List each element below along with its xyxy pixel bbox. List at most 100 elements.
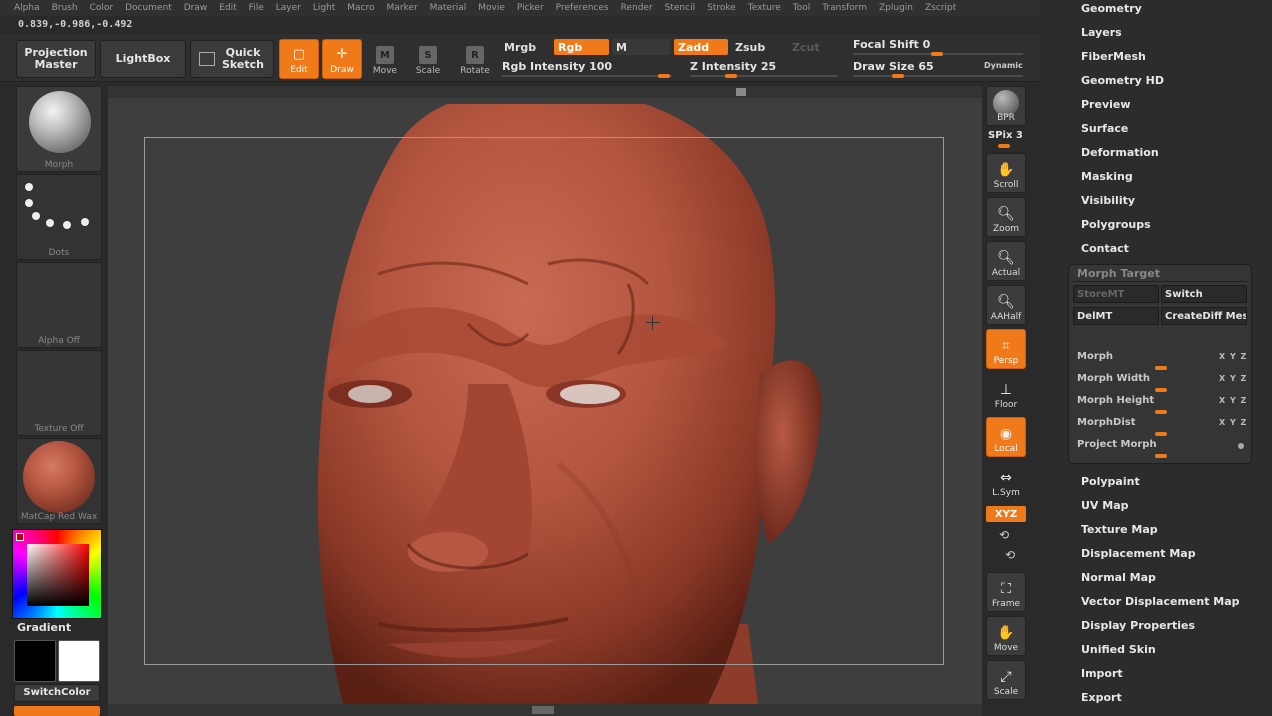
rgb-intensity-track[interactable] — [502, 75, 672, 77]
menu-picker[interactable]: Picker — [511, 3, 550, 13]
floor-button[interactable]: ⊥ Floor — [986, 373, 1026, 413]
morph-slider-label[interactable]: Morph — [1077, 351, 1113, 362]
del-mt-button[interactable]: DelMT — [1073, 307, 1159, 325]
menu-draw[interactable]: Draw — [178, 3, 214, 13]
morph-dist-label[interactable]: MorphDist — [1077, 417, 1136, 428]
draw-button[interactable]: ✛ Draw — [322, 39, 362, 79]
bottom-canvas-bar[interactable] — [108, 704, 982, 716]
menu-texture[interactable]: Texture — [742, 3, 787, 13]
menu-alpha[interactable]: Alpha — [8, 3, 46, 13]
draw-size-knob[interactable] — [892, 74, 904, 78]
edit-button[interactable]: ▢ Edit — [279, 39, 319, 79]
texture-selector[interactable]: Texture Off — [16, 350, 102, 436]
menu-stencil[interactable]: Stencil — [659, 3, 701, 13]
subpalette-deformation[interactable]: Deformation — [1081, 146, 1159, 159]
projection-master-button[interactable]: Projection Master — [16, 40, 96, 78]
quick-sketch-button[interactable]: Quick Sketch — [190, 40, 274, 78]
switch-button[interactable]: Switch — [1161, 285, 1247, 303]
menu-color[interactable]: Color — [84, 3, 120, 13]
zsub-toggle[interactable]: Zsub — [731, 39, 785, 55]
lightbox-button[interactable]: LightBox — [100, 40, 186, 78]
draw-size-slider[interactable]: Draw Size 65 — [853, 60, 934, 73]
xyz-button[interactable]: XYZ — [986, 506, 1026, 522]
menu-stroke[interactable]: Stroke — [701, 3, 742, 13]
menu-movie[interactable]: Movie — [472, 3, 511, 13]
subpalette-uv-map[interactable]: UV Map — [1081, 499, 1129, 512]
move-view-button[interactable]: ✋ Move — [986, 616, 1026, 656]
canvas-scroll-bar[interactable] — [108, 86, 982, 98]
main-color-swatch[interactable] — [14, 640, 56, 682]
menu-layer[interactable]: Layer — [270, 3, 307, 13]
rgb-intensity-knob[interactable] — [658, 74, 670, 78]
subpalette-layers[interactable]: Layers — [1081, 26, 1122, 39]
project-morph-knob[interactable] — [1155, 454, 1167, 458]
menu-preferences[interactable]: Preferences — [550, 3, 615, 13]
morph-xyz[interactable]: X Y Z — [1219, 352, 1247, 361]
subpalette-display-properties[interactable]: Display Properties — [1081, 619, 1195, 632]
subpalette-normal-map[interactable]: Normal Map — [1081, 571, 1156, 584]
morph-dist-xyz[interactable]: X Y Z — [1219, 418, 1247, 427]
subpalette-fibermesh[interactable]: FiberMesh — [1081, 50, 1146, 63]
menu-light[interactable]: Light — [307, 3, 341, 13]
viewport[interactable] — [108, 104, 982, 704]
brush-selector[interactable]: Morph — [16, 86, 102, 172]
subpalette-contact[interactable]: Contact — [1081, 242, 1129, 255]
zoom-button[interactable]: 🔍︎ Zoom — [986, 197, 1026, 237]
frame-button[interactable]: ⛶ Frame — [986, 572, 1026, 612]
menu-edit[interactable]: Edit — [213, 3, 242, 13]
alpha-selector[interactable]: Alpha Off — [16, 262, 102, 348]
material-selector[interactable]: MatCap Red Wax — [16, 438, 102, 524]
morph-width-label[interactable]: Morph Width — [1077, 373, 1150, 384]
lsym-button[interactable]: ⇔ L.Sym — [986, 461, 1026, 501]
rgb-toggle[interactable]: Rgb — [554, 39, 609, 55]
zadd-toggle[interactable]: Zadd — [674, 39, 728, 55]
spix-slider[interactable]: SPix 3 — [988, 130, 1023, 141]
subpalette-texture-map[interactable]: Texture Map — [1081, 523, 1158, 536]
gradient-toggle[interactable]: Gradient — [17, 621, 71, 634]
rotate-y-icon[interactable]: ⟲ — [999, 528, 1009, 542]
subpalette-visibility[interactable]: Visibility — [1081, 194, 1135, 207]
z-intensity-track[interactable] — [690, 75, 838, 77]
canvas-scroll-thumb[interactable] — [736, 88, 746, 96]
menu-macro[interactable]: Macro — [341, 3, 380, 13]
subpalette-geometry-hd[interactable]: Geometry HD — [1081, 74, 1164, 87]
color-saturation-square[interactable] — [27, 544, 89, 606]
subpalette-polygroups[interactable]: Polygroups — [1081, 218, 1151, 231]
persp-button[interactable]: ⌗ Persp — [986, 329, 1026, 369]
move-button[interactable]: M Move — [365, 39, 405, 79]
menu-render[interactable]: Render — [615, 3, 659, 13]
morph-width-knob[interactable] — [1155, 388, 1167, 392]
focal-shift-slider[interactable]: Focal Shift 0 — [853, 38, 930, 51]
focal-shift-knob[interactable] — [931, 52, 943, 56]
subpalette-displacement-map[interactable]: Displacement Map — [1081, 547, 1196, 560]
morph-height-knob[interactable] — [1155, 410, 1167, 414]
zcut-toggle[interactable]: Zcut — [788, 39, 828, 55]
morph-slider-knob[interactable] — [1155, 366, 1167, 370]
color-picker[interactable] — [12, 529, 102, 619]
mrgb-toggle[interactable]: Mrgb — [500, 39, 552, 55]
subpalette-masking[interactable]: Masking — [1081, 170, 1133, 183]
project-morph-label[interactable]: Project Morph — [1077, 439, 1157, 450]
switch-color-button[interactable]: SwitchColor — [14, 684, 100, 702]
actual-button[interactable]: 🔍︎ Actual — [986, 241, 1026, 281]
menu-brush[interactable]: Brush — [46, 3, 84, 13]
subpalette-polypaint[interactable]: Polypaint — [1081, 475, 1140, 488]
menu-material[interactable]: Material — [424, 3, 473, 13]
menu-file[interactable]: File — [243, 3, 270, 13]
morph-width-xyz[interactable]: X Y Z — [1219, 374, 1247, 383]
spix-knob[interactable] — [998, 144, 1010, 148]
menu-document[interactable]: Document — [119, 3, 178, 13]
scale-view-button[interactable]: ⤢ Scale — [986, 660, 1026, 700]
subpalette-surface[interactable]: Surface — [1081, 122, 1128, 135]
rotate-z-icon[interactable]: ⟲ — [1005, 548, 1015, 562]
morph-height-label[interactable]: Morph Height — [1077, 395, 1154, 406]
secondary-color-swatch[interactable] — [58, 640, 100, 682]
subpalette-geometry[interactable]: Geometry — [1081, 2, 1142, 15]
morph-target-title[interactable]: Morph Target — [1077, 267, 1160, 280]
aahalf-button[interactable]: 🔍︎ AAHalf — [986, 285, 1026, 325]
rgb-intensity-slider[interactable]: Rgb Intensity 100 — [502, 60, 612, 73]
subpalette-export[interactable]: Export — [1081, 691, 1122, 704]
m-toggle[interactable]: M — [612, 39, 670, 55]
bpr-button[interactable]: BPR — [986, 86, 1026, 126]
z-intensity-knob[interactable] — [725, 74, 737, 78]
